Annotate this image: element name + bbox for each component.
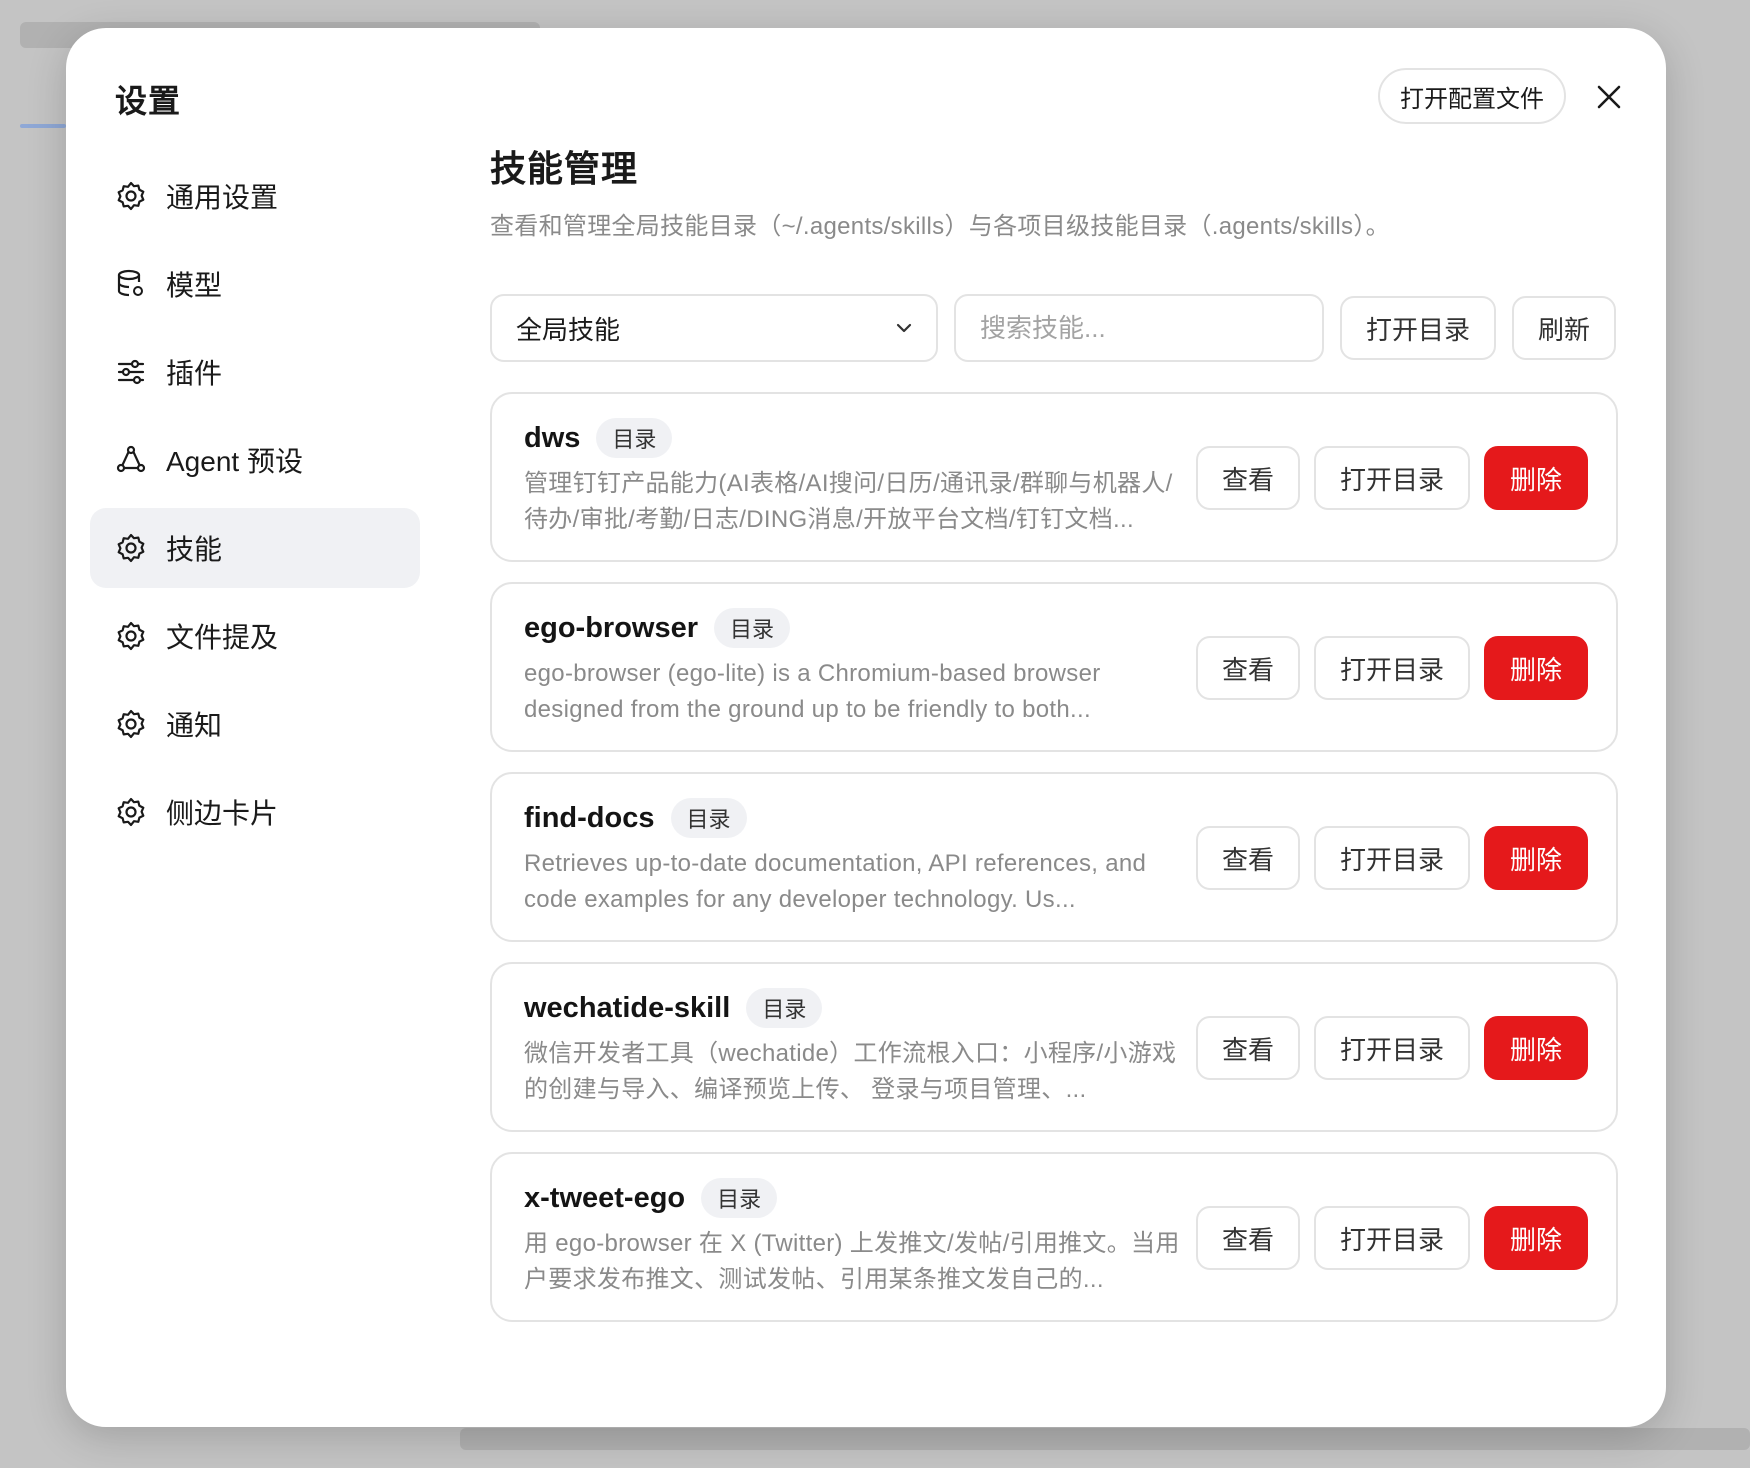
skill-tag: 目录 bbox=[714, 608, 791, 648]
open-directory-button[interactable]: 打开目录 bbox=[1340, 296, 1496, 360]
delete-skill-button[interactable]: 删除 bbox=[1484, 1016, 1588, 1080]
skill-tag: 目录 bbox=[596, 418, 673, 458]
skill-card-header: ego-browser 目录 bbox=[524, 608, 791, 648]
modal-title: 设置 bbox=[115, 83, 182, 119]
delete-skill-button[interactable]: 删除 bbox=[1484, 826, 1588, 890]
page-title: 技能管理 bbox=[490, 148, 639, 189]
skill-tag: 目录 bbox=[670, 798, 747, 838]
sidebar-item-side-cards[interactable]: 侧边卡片 bbox=[90, 772, 420, 852]
skill-card: find-docs 目录 Retrieves up-to-date docume… bbox=[490, 772, 1618, 942]
skill-card-header: find-docs 目录 bbox=[524, 798, 747, 838]
sidebar-item-label: 模型 bbox=[166, 270, 223, 301]
skill-list: dws 目录 管理钉钉产品能力(AI表格/AI搜问/日历/通讯录/群聊与机器人/… bbox=[490, 392, 1618, 1342]
skills-toolbar: 全局技能 打开目录 刷新 bbox=[490, 294, 1618, 362]
skill-card-header: dws 目录 bbox=[524, 418, 673, 458]
settings-sidebar: 通用设置 模型 插件 Agent 预设 技能 文件提及 通知 侧边卡片 bbox=[90, 156, 420, 860]
sidebar-item-label: 插件 bbox=[166, 358, 223, 389]
view-skill-button[interactable]: 查看 bbox=[1196, 826, 1300, 890]
open-skill-directory-button[interactable]: 打开目录 bbox=[1314, 1016, 1470, 1080]
open-skill-directory-button[interactable]: 打开目录 bbox=[1314, 826, 1470, 890]
skill-actions: 查看 打开目录 删除 bbox=[1196, 1206, 1588, 1270]
gear-icon bbox=[114, 179, 148, 213]
sliders-icon bbox=[114, 355, 148, 389]
sidebar-item-label: 通知 bbox=[166, 710, 223, 741]
open-skill-directory-button[interactable]: 打开目录 bbox=[1314, 1206, 1470, 1270]
skill-card: dws 目录 管理钉钉产品能力(AI表格/AI搜问/日历/通讯录/群聊与机器人/… bbox=[490, 392, 1618, 562]
skill-description: 用 ego-browser 在 X (Twitter) 上发推文/发帖/引用推文… bbox=[524, 1230, 1180, 1293]
close-icon bbox=[1597, 85, 1621, 109]
skill-actions: 查看 打开目录 删除 bbox=[1196, 446, 1588, 510]
view-skill-button[interactable]: 查看 bbox=[1196, 1206, 1300, 1270]
page-description: 查看和管理全局技能目录（~/.agents/skills）与各项目级技能目录（.… bbox=[490, 213, 1390, 240]
sidebar-item-label: 通用设置 bbox=[166, 182, 279, 213]
skill-description: ego-browser (ego-lite) is a Chromium-bas… bbox=[524, 660, 1101, 723]
sidebar-item-label: 技能 bbox=[166, 534, 223, 565]
sidebar-item-agent-presets[interactable]: Agent 预设 bbox=[90, 420, 420, 500]
skill-tag: 目录 bbox=[701, 1178, 778, 1218]
open-config-file-button[interactable]: 打开配置文件 bbox=[1378, 68, 1566, 124]
view-skill-button[interactable]: 查看 bbox=[1196, 1016, 1300, 1080]
skill-name: x-tweet-ego bbox=[524, 1181, 686, 1214]
gear-icon bbox=[114, 531, 148, 565]
delete-skill-button[interactable]: 删除 bbox=[1484, 446, 1588, 510]
open-skill-directory-button[interactable]: 打开目录 bbox=[1314, 636, 1470, 700]
background-tab-indicator bbox=[20, 124, 66, 128]
view-skill-button[interactable]: 查看 bbox=[1196, 446, 1300, 510]
skill-name: wechatide-skill bbox=[524, 991, 731, 1024]
sidebar-item-models[interactable]: 模型 bbox=[90, 244, 420, 324]
scope-select-value: 全局技能 bbox=[516, 314, 621, 345]
delete-skill-button[interactable]: 删除 bbox=[1484, 1206, 1588, 1270]
skill-card: ego-browser 目录 ego-browser (ego-lite) is… bbox=[490, 582, 1618, 752]
skill-name: ego-browser bbox=[524, 611, 699, 644]
skill-card-header: x-tweet-ego 目录 bbox=[524, 1178, 778, 1218]
sidebar-item-plugins[interactable]: 插件 bbox=[90, 332, 420, 412]
agent-icon bbox=[114, 443, 148, 477]
skill-tag: 目录 bbox=[746, 988, 823, 1028]
sidebar-item-label: Agent 预设 bbox=[166, 446, 303, 477]
database-icon bbox=[114, 267, 148, 301]
gear-icon bbox=[114, 619, 148, 653]
skill-card: wechatide-skill 目录 微信开发者工具（wechatide）工作流… bbox=[490, 962, 1618, 1132]
skill-card-header: wechatide-skill 目录 bbox=[524, 988, 823, 1028]
delete-skill-button[interactable]: 删除 bbox=[1484, 636, 1588, 700]
sidebar-item-label: 侧边卡片 bbox=[166, 798, 279, 829]
skill-actions: 查看 打开目录 删除 bbox=[1196, 636, 1588, 700]
sidebar-item-notifications[interactable]: 通知 bbox=[90, 684, 420, 764]
background-status-placeholder bbox=[460, 1428, 1750, 1450]
sidebar-item-skills[interactable]: 技能 bbox=[90, 508, 420, 588]
open-skill-directory-button[interactable]: 打开目录 bbox=[1314, 446, 1470, 510]
sidebar-item-file-mentions[interactable]: 文件提及 bbox=[90, 596, 420, 676]
sidebar-item-label: 文件提及 bbox=[166, 622, 279, 653]
refresh-button[interactable]: 刷新 bbox=[1512, 296, 1616, 360]
skill-description: 微信开发者工具（wechatide）工作流根入口：小程序/小游戏的创建与导入、编… bbox=[524, 1040, 1177, 1103]
skill-actions: 查看 打开目录 删除 bbox=[1196, 1016, 1588, 1080]
gear-icon bbox=[114, 707, 148, 741]
skill-search-input[interactable] bbox=[954, 294, 1324, 362]
skills-panel: 技能管理 查看和管理全局技能目录（~/.agents/skills）与各项目级技… bbox=[490, 140, 1618, 1322]
sidebar-item-general[interactable]: 通用设置 bbox=[90, 156, 420, 236]
view-skill-button[interactable]: 查看 bbox=[1196, 636, 1300, 700]
scope-select[interactable]: 全局技能 bbox=[490, 294, 938, 362]
skill-card: x-tweet-ego 目录 用 ego-browser 在 X (Twitte… bbox=[490, 1152, 1618, 1322]
gear-icon bbox=[114, 795, 148, 829]
skill-description: Retrieves up-to-date documentation, API … bbox=[524, 850, 1147, 913]
skill-description: 管理钉钉产品能力(AI表格/AI搜问/日历/通讯录/群聊与机器人/待办/审批/考… bbox=[524, 470, 1173, 533]
settings-modal: 设置 打开配置文件 通用设置 模型 插件 Agent 预设 技能 文件提及 通知… bbox=[66, 28, 1666, 1427]
skill-name: find-docs bbox=[524, 801, 655, 834]
close-button[interactable] bbox=[1590, 78, 1628, 116]
chevron-down-icon bbox=[896, 323, 912, 333]
skill-actions: 查看 打开目录 删除 bbox=[1196, 826, 1588, 890]
skill-name: dws bbox=[524, 421, 581, 454]
